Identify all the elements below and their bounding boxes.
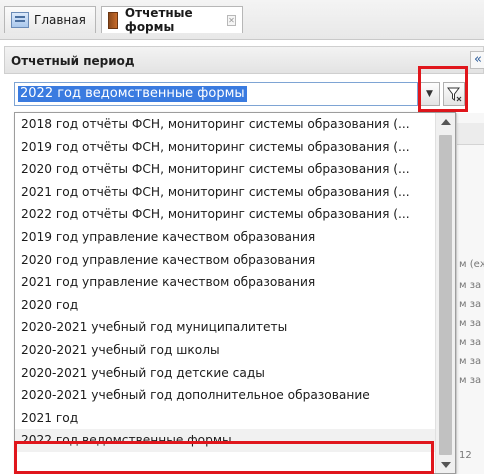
background-text: м за xyxy=(459,318,482,329)
scroll-up-arrow-icon[interactable] xyxy=(441,119,451,125)
background-grid-header xyxy=(457,123,484,145)
period-combobox-value: 2022 год ведомственные формы xyxy=(18,86,247,102)
background-text: м за xyxy=(459,375,482,386)
list-item[interactable]: 2022 год отчёты ФСН, мониторинг системы … xyxy=(15,203,435,226)
background-text: м за xyxy=(459,280,482,291)
chevron-down-icon[interactable]: ▼ xyxy=(419,82,440,106)
list-item[interactable]: 2019 год отчёты ФСН, мониторинг системы … xyxy=(15,136,435,159)
background-text: 12 xyxy=(459,450,472,461)
list-item[interactable]: 2020 год управление качеством образовани… xyxy=(15,249,435,272)
document-icon xyxy=(108,11,118,29)
list-item-selected[interactable]: 2022 год ведомственные формы xyxy=(15,429,435,452)
list-item[interactable]: 2020-2021 учебный год дополнительное обр… xyxy=(15,384,435,407)
collapse-icon[interactable]: « xyxy=(470,51,484,69)
list-item[interactable]: 2018 год отчёты ФСН, мониторинг системы … xyxy=(15,113,435,136)
tab-home[interactable]: Главная xyxy=(4,6,96,33)
list-item[interactable]: 2020-2021 учебный год муниципалитеты xyxy=(15,316,435,339)
period-combobox[interactable]: 2022 год ведомственные формы xyxy=(14,82,418,106)
dropdown-items: 2018 год отчёты ФСН, мониторинг системы … xyxy=(15,113,435,452)
home-icon xyxy=(11,12,29,28)
dropdown-scrollbar[interactable] xyxy=(435,113,455,473)
background-text: м (еж xyxy=(459,259,484,270)
tab-report-forms[interactable]: Отчетные формы ✕ xyxy=(101,6,243,34)
list-item[interactable]: 2020 год отчёты ФСН, мониторинг системы … xyxy=(15,158,435,181)
close-icon[interactable]: ✕ xyxy=(226,14,236,26)
scrollbar-thumb[interactable] xyxy=(439,135,452,455)
list-item[interactable]: 2019 год управление качеством образовани… xyxy=(15,226,435,249)
panel-title: Отчетный период xyxy=(11,54,135,68)
panel-header: Отчетный период « xyxy=(4,46,484,74)
list-item[interactable]: 2021 год управление качеством образовани… xyxy=(15,271,435,294)
scroll-down-arrow-icon[interactable] xyxy=(441,462,451,468)
period-dropdown-list: 2018 год отчёты ФСН, мониторинг системы … xyxy=(14,112,456,474)
tab-bar: Главная Отчетные формы ✕ xyxy=(0,0,484,40)
background-text: м за xyxy=(459,356,482,367)
tab-home-label: Главная xyxy=(34,13,86,27)
list-item[interactable]: 2020-2021 учебный год школы xyxy=(15,339,435,362)
filter-clear-icon xyxy=(447,87,462,102)
list-item[interactable]: 2020-2021 учебный год детские сады xyxy=(15,362,435,385)
background-text: м за xyxy=(459,337,482,348)
clear-filter-button[interactable] xyxy=(443,82,465,106)
list-item[interactable]: 2021 год xyxy=(15,407,435,430)
background-grid-fragment: м (еж м за м за , м за м за м за м за 12 xyxy=(456,113,484,474)
list-item[interactable]: 2020 год xyxy=(15,294,435,317)
background-text: м за , xyxy=(459,299,484,310)
tab-report-forms-label: Отчетные формы xyxy=(124,6,193,34)
list-item[interactable]: 2021 год отчёты ФСН, мониторинг системы … xyxy=(15,181,435,204)
